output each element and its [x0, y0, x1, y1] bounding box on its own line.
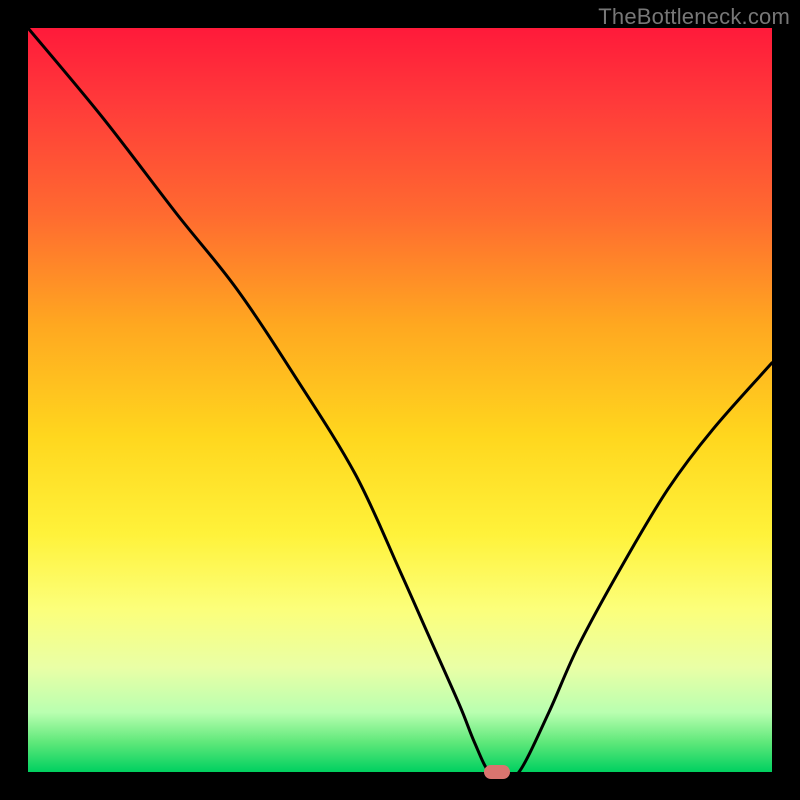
optimum-marker	[484, 765, 510, 779]
watermark-text: TheBottleneck.com	[598, 4, 790, 30]
chart-frame: TheBottleneck.com	[0, 0, 800, 800]
curve-path	[28, 28, 772, 772]
gradient-plot-area	[28, 28, 772, 772]
bottleneck-curve	[28, 28, 772, 772]
